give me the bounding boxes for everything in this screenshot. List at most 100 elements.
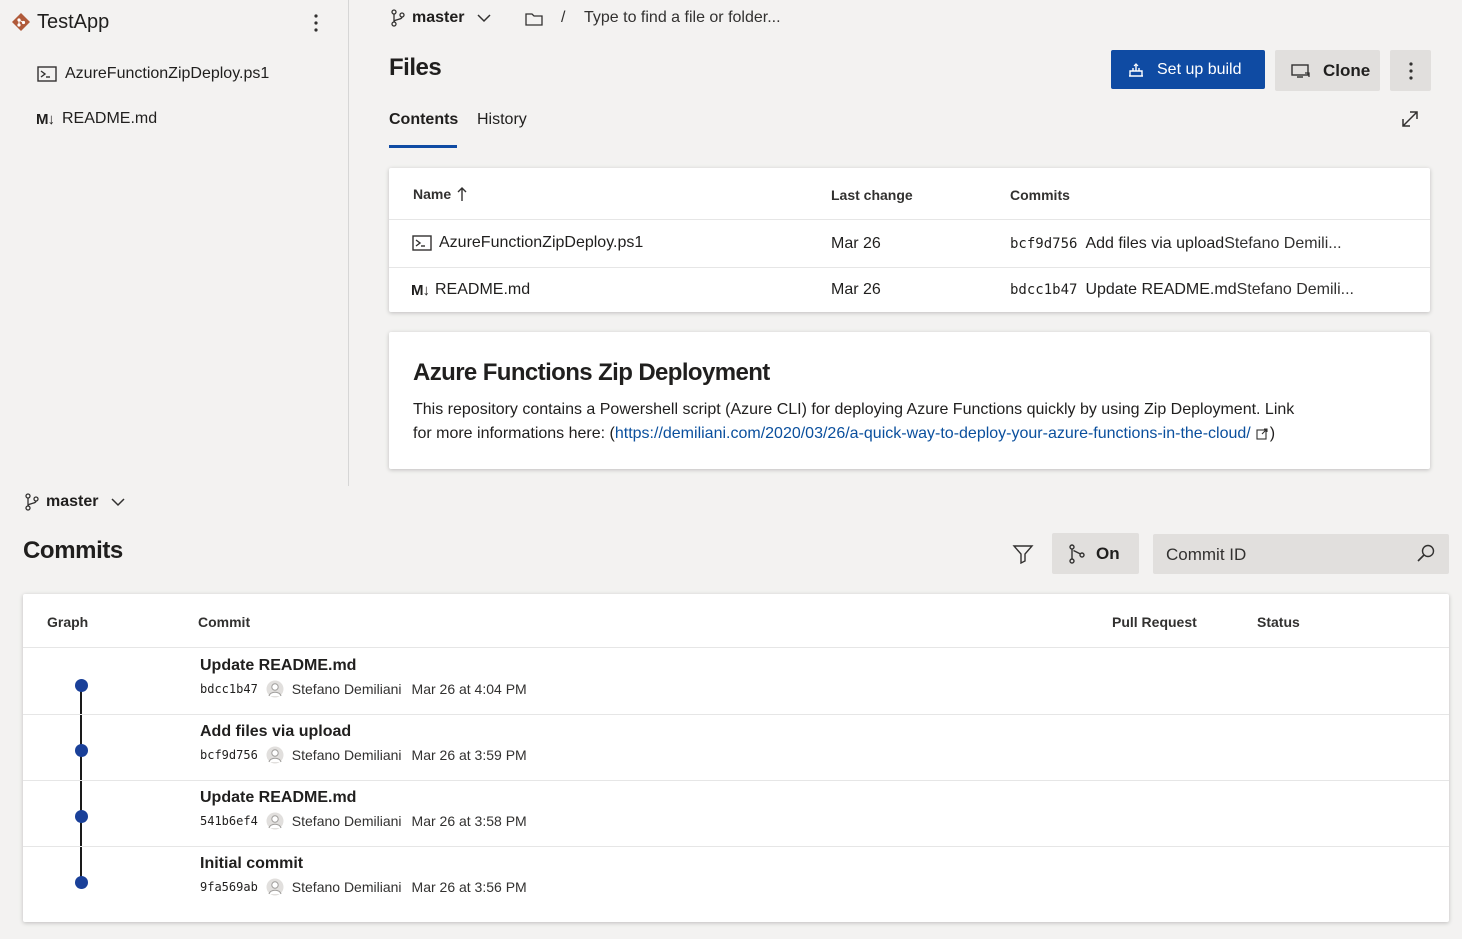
folder-icon[interactable] xyxy=(525,11,543,27)
commits-title: Commits xyxy=(23,537,123,564)
commit-meta: 9fa569ab Stefano Demiliani Mar 26 at 3:5… xyxy=(200,878,527,896)
build-icon xyxy=(1127,62,1145,78)
column-header-name[interactable]: Name xyxy=(413,186,467,202)
clone-button[interactable]: Clone xyxy=(1275,50,1380,91)
monitor-icon xyxy=(1291,63,1311,79)
sort-ascending-icon xyxy=(457,186,467,202)
commit-cell: bdcc1b47 Update README.md Stefano Demili… xyxy=(1010,281,1354,299)
table-row[interactable]: AzureFunctionZipDeploy.ps1 Mar 26 bcf9d7… xyxy=(389,220,1430,267)
filter-icon[interactable] xyxy=(1012,544,1034,564)
commit-author: Stefano Demiliani xyxy=(291,813,402,829)
commit-author: Stefano Demiliani xyxy=(291,879,402,895)
commit-meta: bcf9d756 Stefano Demiliani Mar 26 at 3:5… xyxy=(200,746,527,764)
markdown-file-icon: M↓ xyxy=(411,281,430,299)
table-row[interactable]: M↓ README.md Mar 26 bdcc1b47 Update READ… xyxy=(389,268,1430,312)
expand-icon[interactable] xyxy=(1400,109,1420,129)
avatar xyxy=(266,812,284,830)
sidebar-item-label: AzureFunctionZipDeploy.ps1 xyxy=(65,65,270,82)
commit-author: Stefano Demili... xyxy=(1224,235,1342,252)
commit-id[interactable]: bcf9d756 xyxy=(200,748,258,762)
tab-history-label: History xyxy=(477,111,527,128)
more-actions-button[interactable] xyxy=(1390,50,1431,91)
commit-message: Add files via upload xyxy=(1085,235,1225,252)
commit-row[interactable]: Initial commit 9fa569ab Stefano Demilian… xyxy=(23,847,1449,913)
commit-row[interactable]: Add files via upload bcf9d756 Stefano De… xyxy=(23,715,1449,781)
branch-icon xyxy=(390,9,406,27)
sidebar-item-readme[interactable]: M↓ README.md xyxy=(36,110,157,128)
tab-active-underline xyxy=(389,145,457,148)
commit-id[interactable]: 9fa569ab xyxy=(200,880,258,894)
powershell-file-icon xyxy=(37,65,57,83)
tab-contents[interactable]: Contents xyxy=(389,111,458,129)
commit-message: Update README.md xyxy=(1085,281,1237,298)
commit-id-link[interactable]: bdcc1b47 xyxy=(1010,282,1077,298)
sidebar-item-label: README.md xyxy=(62,110,158,127)
readme-text-suffix: ) xyxy=(1269,425,1276,442)
commit-graph-node xyxy=(75,679,88,692)
commit-title[interactable]: Add files via upload xyxy=(200,723,351,741)
path-search-input[interactable]: Type to find a file or folder... xyxy=(584,9,781,27)
branch-selector[interactable]: master xyxy=(390,9,492,27)
commit-meta: 541b6ef4 Stefano Demiliani Mar 26 at 3:5… xyxy=(200,812,527,830)
branch-name: master xyxy=(46,493,99,510)
column-header-commits: Commits xyxy=(1010,187,1070,203)
app-name[interactable]: TestApp xyxy=(37,11,109,34)
readme-link[interactable]: https://demiliani.com/2020/03/26/a-quick… xyxy=(615,425,1251,443)
commit-graph-node xyxy=(75,744,88,757)
sidebar-more-button[interactable] xyxy=(306,12,326,34)
app-logo-icon xyxy=(11,12,31,32)
sidebar-divider xyxy=(348,0,349,486)
avatar xyxy=(266,746,284,764)
commit-date: Mar 26 at 4:04 PM xyxy=(411,681,527,697)
commit-row[interactable]: Update README.md bdcc1b47 Stefano Demili… xyxy=(23,648,1449,714)
commit-cell: bcf9d756 Add files via upload Stefano De… xyxy=(1010,235,1342,253)
sidebar: TestApp AzureFunctionZipDeploy.ps1 M↓ RE… xyxy=(0,0,348,486)
branch-name: master xyxy=(412,9,465,26)
commit-date: Mar 26 at 3:58 PM xyxy=(411,813,527,829)
file-name-cell[interactable]: AzureFunctionZipDeploy.ps1 xyxy=(412,234,643,252)
commit-author: Stefano Demili... xyxy=(1236,281,1354,298)
commit-title[interactable]: Update README.md xyxy=(200,657,356,675)
avatar xyxy=(266,878,284,896)
tab-history[interactable]: History xyxy=(477,111,527,129)
powershell-file-icon xyxy=(412,234,432,252)
file-name-cell[interactable]: M↓ README.md xyxy=(411,281,530,299)
search-icon[interactable] xyxy=(1416,543,1436,563)
tab-contents-label: Contents xyxy=(389,111,459,128)
file-name: AzureFunctionZipDeploy.ps1 xyxy=(439,234,644,251)
commit-search-input[interactable]: Commit ID xyxy=(1153,534,1449,574)
readme-title: Azure Functions Zip Deployment xyxy=(413,359,770,386)
column-header-name-label: Name xyxy=(413,186,452,202)
commits-table: Graph Commit Pull Request Status Update … xyxy=(23,594,1449,922)
readme-card: Azure Functions Zip Deployment This repo… xyxy=(389,332,1430,469)
avatar xyxy=(266,680,284,698)
branch-icon xyxy=(24,493,40,511)
column-header-commit: Commit xyxy=(198,614,251,630)
commit-date: Mar 26 at 3:59 PM xyxy=(411,747,527,763)
commit-meta: bdcc1b47 Stefano Demiliani Mar 26 at 4:0… xyxy=(200,680,527,698)
readme-text-line2: for more informations here: ( https://de… xyxy=(413,425,1275,443)
readme-text-line1: This repository contains a Powershell sc… xyxy=(413,401,1295,418)
files-table: Name Last change Commits AzureFunctionZi… xyxy=(389,168,1430,312)
setup-build-label: Set up build xyxy=(1157,60,1242,78)
commit-id[interactable]: bdcc1b47 xyxy=(200,682,258,696)
chevron-down-icon xyxy=(476,13,492,23)
commit-title[interactable]: Update README.md xyxy=(200,789,356,807)
graph-toggle-button[interactable]: On xyxy=(1052,533,1139,574)
sidebar-item-azurefunctionzipdeploy[interactable]: AzureFunctionZipDeploy.ps1 xyxy=(37,65,269,83)
commit-id[interactable]: 541b6ef4 xyxy=(200,814,258,828)
file-name: README.md xyxy=(435,281,531,298)
page-title: Files xyxy=(389,54,442,81)
commit-date: Mar 26 at 3:56 PM xyxy=(411,879,527,895)
external-link-icon[interactable] xyxy=(1256,428,1268,440)
commit-id-link[interactable]: bcf9d756 xyxy=(1010,236,1077,252)
commit-title[interactable]: Initial commit xyxy=(200,855,303,873)
setup-build-button[interactable]: Set up build xyxy=(1111,50,1265,89)
last-change-cell: Mar 26 xyxy=(831,281,881,298)
column-header-pull-request: Pull Request xyxy=(1112,614,1197,630)
commit-row[interactable]: Update README.md 541b6ef4 Stefano Demili… xyxy=(23,781,1449,847)
chevron-down-icon xyxy=(110,497,126,507)
column-header-graph: Graph xyxy=(47,614,89,630)
markdown-file-icon: M↓ xyxy=(36,110,55,128)
commits-branch-selector[interactable]: master xyxy=(24,493,126,511)
